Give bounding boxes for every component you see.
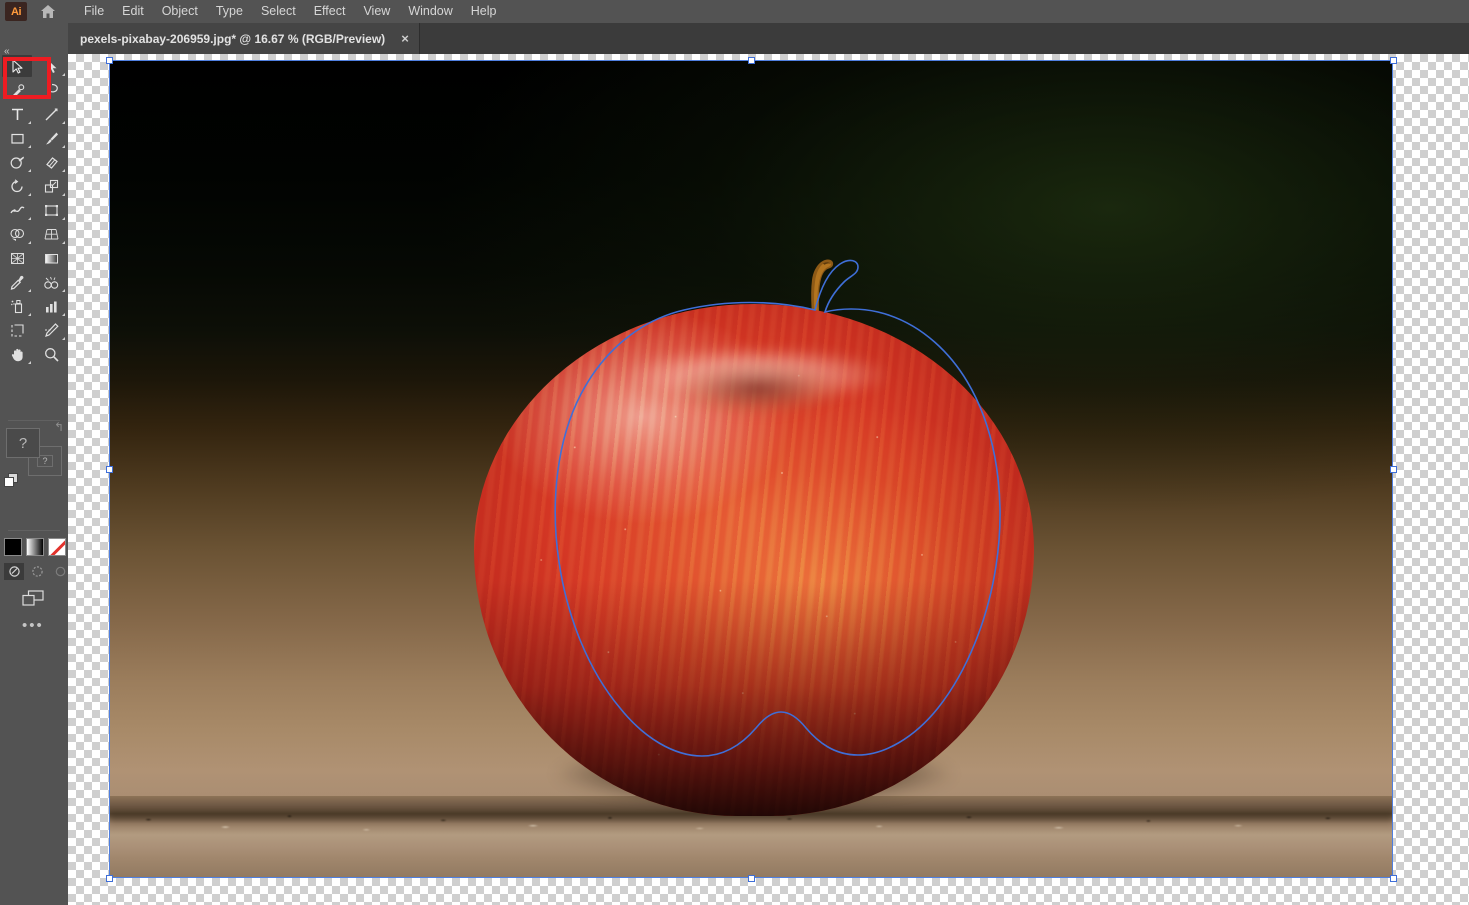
menu-item-help[interactable]: Help: [462, 0, 506, 23]
menu-item-effect[interactable]: Effect: [305, 0, 355, 23]
document-tab-title: pexels-pixabay-206959.jpg* @ 16.67 % (RG…: [80, 31, 386, 46]
fill-stroke-control: ? ? ↰: [4, 420, 64, 487]
tool-flyout-indicator-icon: [62, 121, 65, 124]
tool-flyout-indicator-icon: [28, 145, 31, 148]
menu-item-window[interactable]: Window: [399, 0, 461, 23]
tool-hand-tool[interactable]: [0, 342, 34, 366]
menu-item-select[interactable]: Select: [252, 0, 305, 23]
apple-body: [474, 304, 1034, 816]
fill-swatch[interactable]: ?: [6, 428, 40, 458]
draw-behind-button[interactable]: [27, 563, 47, 580]
tool-flyout-indicator-icon: [28, 361, 31, 364]
tool-direct-selection-tool[interactable]: [34, 54, 68, 78]
tool-perspective-grid-tool[interactable]: [34, 222, 68, 246]
tool-artboard-tool[interactable]: [0, 318, 34, 342]
tool-flyout-indicator-icon: [28, 217, 31, 220]
default-fill-stroke-icon[interactable]: [4, 473, 20, 489]
toolbar-divider-2: [8, 530, 60, 531]
tools-panel: ? ? ↰ •••: [0, 54, 68, 905]
tool-flyout-indicator-icon: [28, 169, 31, 172]
tool-eraser-tool[interactable]: [34, 150, 68, 174]
tool-blend-tool[interactable]: [34, 270, 68, 294]
tool-flyout-indicator-icon: [28, 313, 31, 316]
tool-flyout-indicator-icon: [62, 145, 65, 148]
tool-flyout-indicator-icon: [28, 121, 31, 124]
tool-flyout-indicator-icon: [28, 241, 31, 244]
tool-flyout-indicator-icon: [62, 193, 65, 196]
tool-width-tool[interactable]: [0, 198, 34, 222]
tool-magic-wand-tool[interactable]: [0, 78, 34, 102]
change-screen-mode-icon[interactable]: [20, 588, 46, 608]
tool-flyout-indicator-icon: [62, 73, 65, 76]
illustrator-logo-icon[interactable]: Ai: [5, 2, 27, 21]
tool-flyout-indicator-icon: [28, 193, 31, 196]
document-tab-bar: « pexels-pixabay-206959.jpg* @ 16.67 % (…: [0, 23, 1469, 68]
tool-scale-tool[interactable]: [34, 174, 68, 198]
tool-flyout-indicator-icon: [62, 169, 65, 172]
menu-item-type[interactable]: Type: [207, 0, 252, 23]
tool-grid: [0, 54, 68, 366]
menu-item-object[interactable]: Object: [153, 0, 207, 23]
artboard[interactable]: [110, 61, 1392, 877]
apple-calyx-well: [650, 348, 866, 422]
draw-normal-button[interactable]: [4, 563, 24, 580]
tool-symbol-sprayer-tool[interactable]: [0, 294, 34, 318]
apple-object[interactable]: [474, 256, 1034, 826]
tool-eyedropper-tool[interactable]: [0, 270, 34, 294]
tool-rectangle-tool[interactable]: [0, 126, 34, 150]
toolbar-header: [0, 23, 68, 54]
close-icon[interactable]: ×: [401, 32, 409, 45]
swap-fill-stroke-icon[interactable]: ↰: [54, 420, 64, 434]
tool-flyout-indicator-icon: [62, 337, 65, 340]
document-tab[interactable]: pexels-pixabay-206959.jpg* @ 16.67 % (RG…: [68, 23, 420, 54]
draw-inside-button[interactable]: [50, 563, 70, 580]
tool-column-graph-tool[interactable]: [34, 294, 68, 318]
menu-item-edit[interactable]: Edit: [113, 0, 153, 23]
menu-item-file[interactable]: File: [75, 0, 113, 23]
apple-bottom-shading: [474, 580, 1034, 816]
tool-flyout-indicator-icon: [62, 217, 65, 220]
tool-line-segment-tool[interactable]: [34, 102, 68, 126]
tool-shaper-tool[interactable]: [0, 150, 34, 174]
tool-zoom-tool[interactable]: [34, 342, 68, 366]
tool-type-tool[interactable]: [0, 102, 34, 126]
tool-flyout-indicator-icon: [62, 289, 65, 292]
tool-lasso-tool[interactable]: [34, 78, 68, 102]
tool-flyout-indicator-icon: [62, 241, 65, 244]
tool-flyout-indicator-icon: [28, 289, 31, 292]
color-swatch-button[interactable]: [4, 538, 22, 556]
home-icon[interactable]: [33, 0, 63, 23]
canvas-area[interactable]: [68, 54, 1469, 905]
color-mode-swatches: [4, 538, 66, 556]
tool-paintbrush-tool[interactable]: [34, 126, 68, 150]
tool-slice-tool[interactable]: [34, 318, 68, 342]
tool-gradient-tool[interactable]: [34, 246, 68, 270]
toolbar-divider: [8, 420, 60, 421]
tool-shape-builder-tool[interactable]: [0, 222, 34, 246]
gradient-swatch-button[interactable]: [26, 538, 44, 556]
tool-rotate-tool[interactable]: [0, 174, 34, 198]
menu-item-view[interactable]: View: [354, 0, 399, 23]
none-swatch-button[interactable]: [48, 538, 66, 556]
tool-selection-tool[interactable]: [0, 54, 34, 78]
tool-mesh-tool[interactable]: [0, 246, 34, 270]
menu-items: File Edit Object Type Select Effect View…: [75, 0, 506, 23]
tool-free-transform-tool[interactable]: [34, 198, 68, 222]
tool-flyout-indicator-icon: [62, 313, 65, 316]
toolbar-overflow-icon[interactable]: •••: [22, 618, 44, 633]
menu-bar: Ai File Edit Object Type Select Effect V…: [0, 0, 1469, 23]
draw-mode-buttons: [4, 563, 70, 580]
